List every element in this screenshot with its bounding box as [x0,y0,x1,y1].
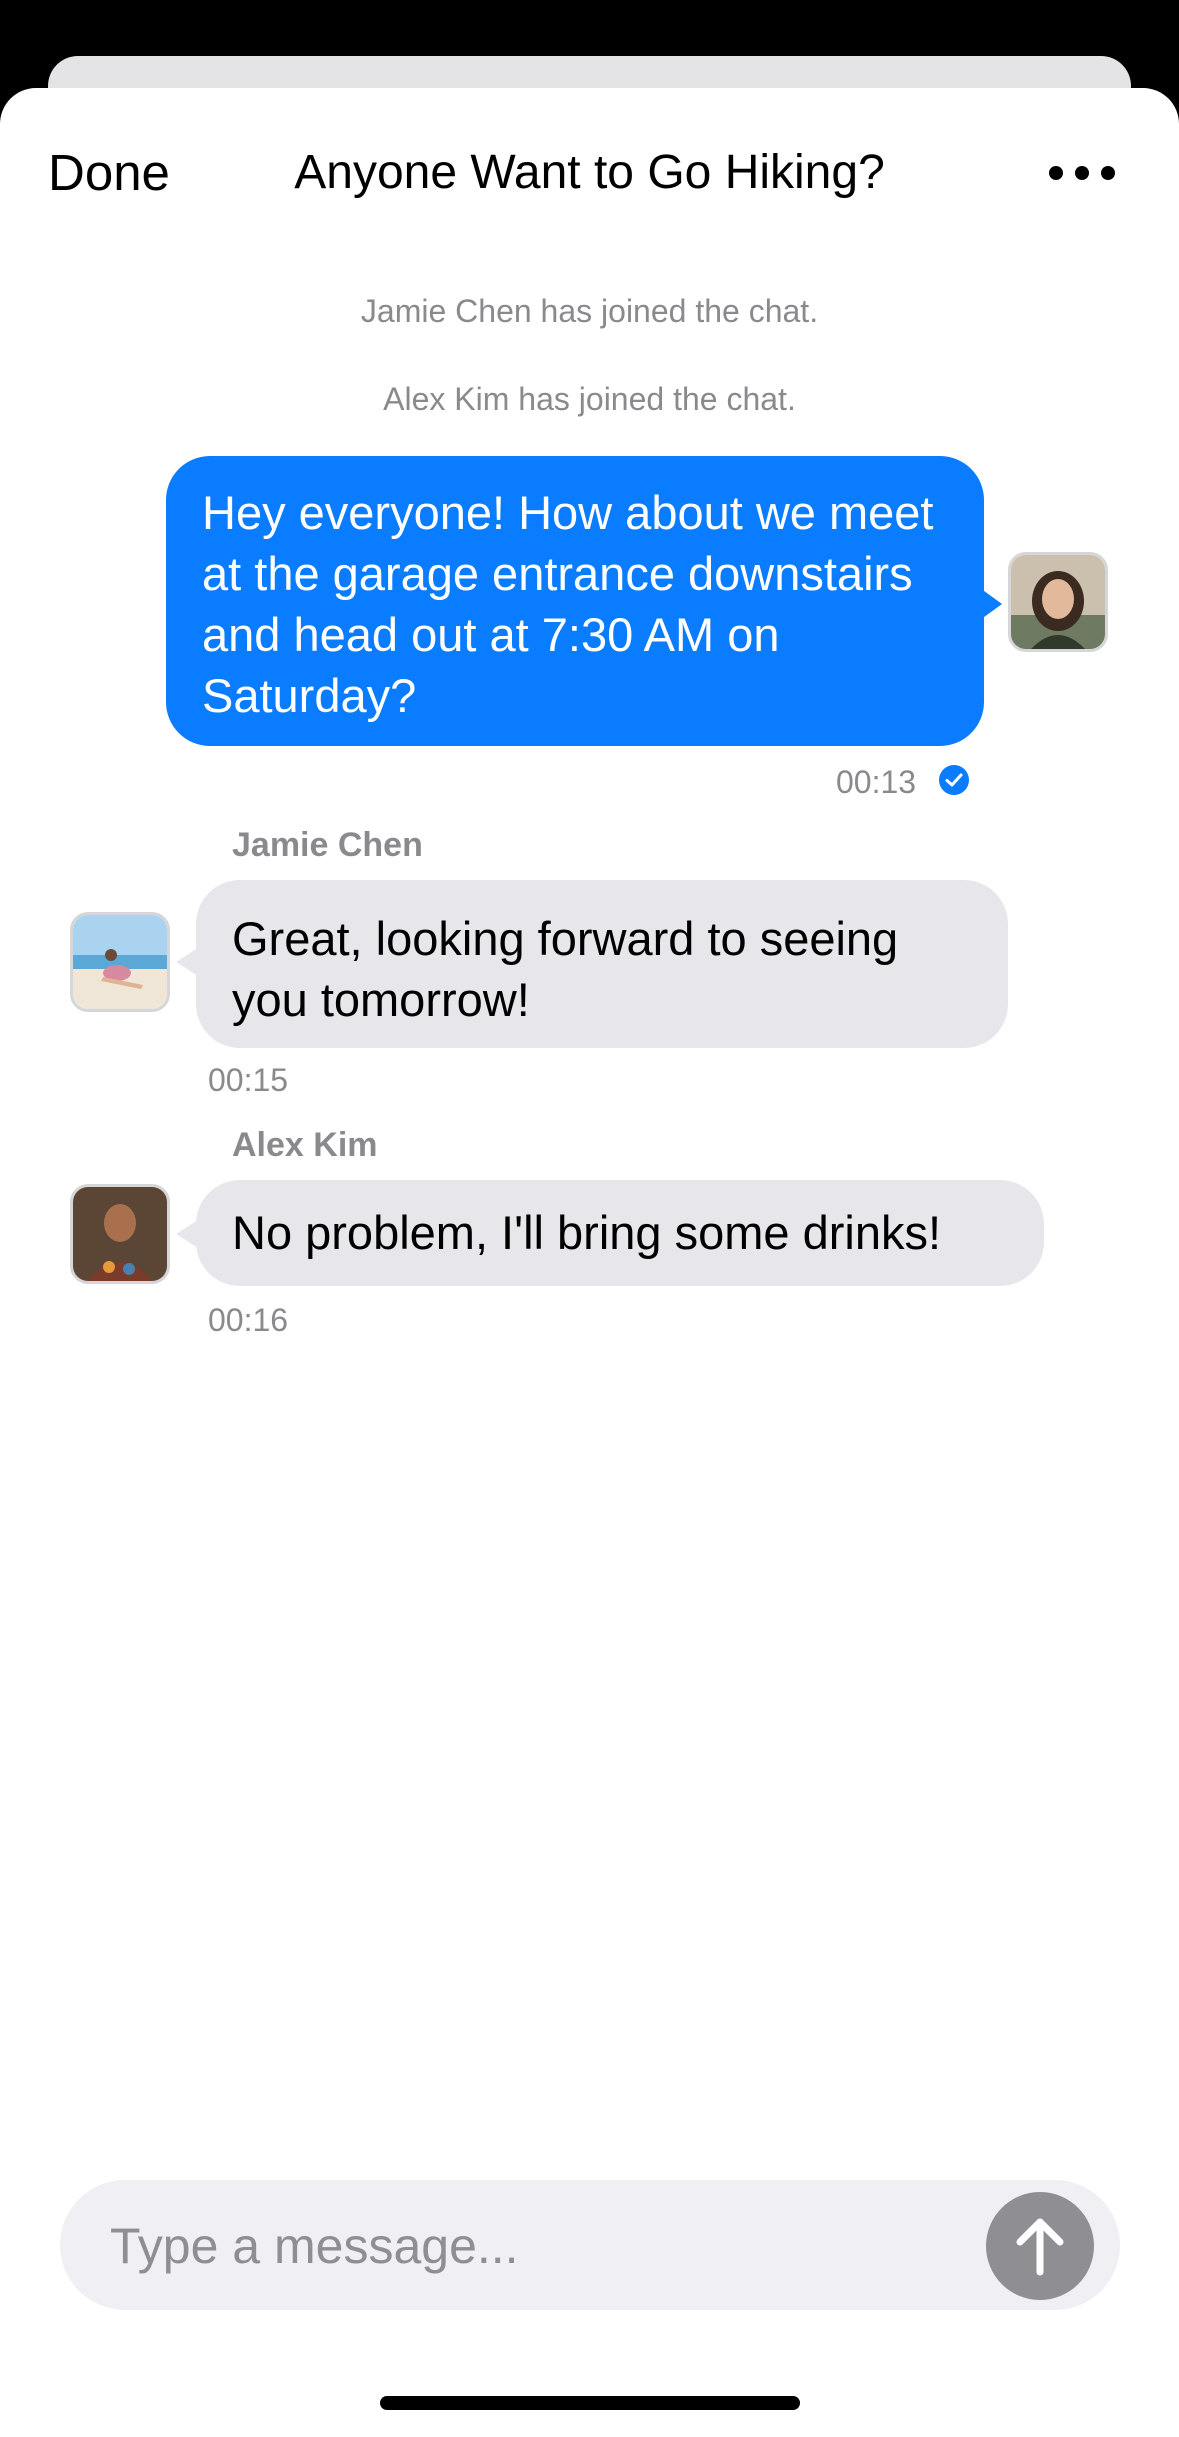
bubble-tail [176,1220,198,1248]
chat-screen: Done Anyone Want to Go Hiking? Jamie Che… [0,0,1179,2437]
sender-name: Alex Kim [232,1126,378,1164]
outgoing-message-bubble[interactable]: Hey everyone! How about we meet at the g… [166,456,984,746]
message-text: No problem, I'll bring some drinks! [232,1206,942,1259]
message-text: Great, looking forward to seeing you tom… [232,912,899,1026]
sender-name: Jamie Chen [232,826,423,864]
system-message: Jamie Chen has joined the chat. [360,293,819,329]
avatar[interactable] [1008,552,1108,652]
done-button[interactable]: Done [48,140,170,206]
read-checkmark-icon [938,764,970,796]
home-indicator [380,2396,800,2410]
message-timestamp: 00:15 [208,1062,289,1098]
ellipsis-icon[interactable] [1046,150,1118,196]
message-input[interactable] [108,2210,992,2282]
send-button[interactable] [986,2192,1094,2300]
incoming-message-bubble[interactable]: Great, looking forward to seeing you tom… [196,880,1008,1048]
chat-title: Anyone Want to Go Hiking? [294,146,885,199]
avatar[interactable] [70,912,170,1012]
avatar[interactable] [70,1184,170,1284]
message-timestamp: 00:16 [208,1302,289,1338]
message-timestamp: 00:13 [836,764,917,800]
bubble-tail [176,948,198,976]
message-text: Hey everyone! How about we meet at the g… [202,486,934,722]
system-message: Alex Kim has joined the chat. [383,381,796,417]
message-composer [60,2180,1120,2310]
incoming-message-bubble[interactable]: No problem, I'll bring some drinks! [196,1180,1044,1286]
arrow-up-icon [1016,2218,1064,2276]
bubble-tail [980,588,1002,620]
